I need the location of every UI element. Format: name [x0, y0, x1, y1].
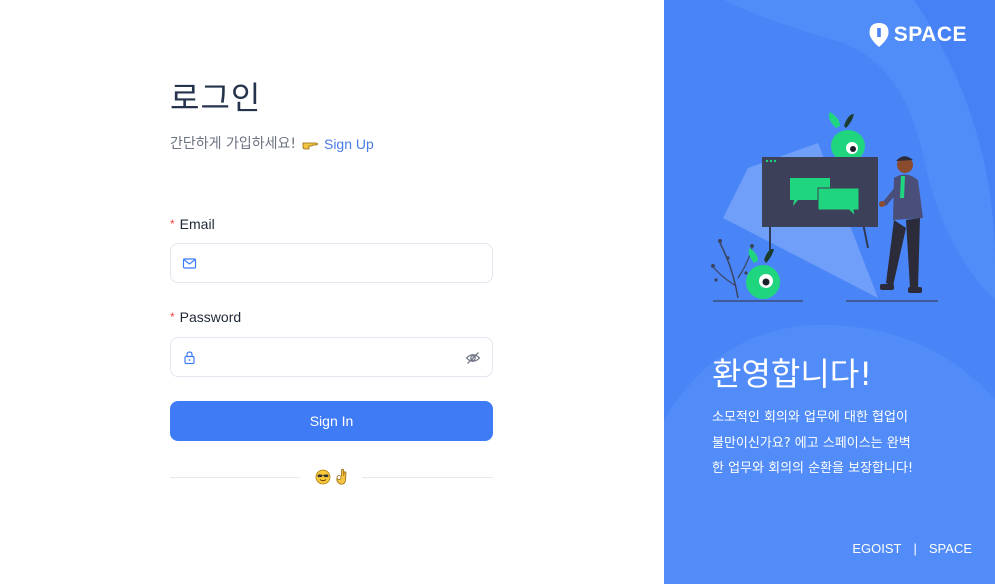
location-pin-icon	[869, 23, 889, 47]
green-creature-top	[828, 112, 865, 162]
eye-off-icon[interactable]	[465, 350, 481, 366]
welcome-panel: SPACE 환영합니다! 소모적인 회의와 업무에 대한 협업이 불만이신가요?…	[664, 0, 995, 584]
password-input[interactable]	[205, 338, 456, 376]
description-line: 소모적인 회의와 업무에 대한 협업이	[712, 410, 908, 425]
required-mark: *	[170, 310, 175, 324]
signup-link[interactable]: Sign Up	[324, 134, 374, 154]
plant	[711, 239, 754, 299]
footer-space: SPACE	[928, 541, 972, 556]
email-field[interactable]	[170, 243, 493, 283]
divider-emoji	[315, 468, 349, 486]
meeting-illustration	[711, 112, 938, 302]
divider	[362, 477, 493, 478]
welcome-description: 소모적인 회의와 업무에 대한 협업이 불만이신가요? 에고 스페이스는 완벽 …	[712, 405, 962, 482]
description-line: 불만이신가요? 에고 스페이스는 완벽	[712, 435, 911, 451]
logo-text: SPACE	[893, 23, 967, 46]
password-label: * Password	[170, 308, 241, 326]
page-title: 로그인	[170, 79, 262, 117]
required-mark: *	[170, 217, 175, 231]
divider	[170, 477, 300, 478]
signup-prompt: 간단하게 가입하세요! Sign Up	[170, 134, 374, 154]
panel-footer: EGOIST | SPACE	[852, 541, 972, 556]
description-line: 한 업무와 회의의 순환을 보장합니다!	[712, 461, 914, 476]
mail-icon	[182, 258, 197, 269]
ok-hand-icon	[336, 468, 347, 485]
presenter-figure	[879, 156, 923, 293]
email-label-text: Email	[179, 216, 215, 232]
email-label: * Email	[170, 215, 215, 233]
email-input[interactable]	[205, 244, 456, 282]
footer-egoist: EGOIST	[852, 541, 902, 556]
welcome-heading: 환영합니다!	[712, 355, 873, 393]
smiling-face-with-sunglasses-icon	[315, 469, 331, 485]
pointing-hand-icon	[302, 142, 318, 150]
lock-icon	[184, 351, 195, 365]
space-logo: SPACE	[868, 22, 967, 48]
password-label-text: Password	[179, 309, 242, 325]
password-field[interactable]	[170, 337, 493, 377]
sign-in-button[interactable]: Sign In	[170, 401, 493, 441]
footer-separator: |	[913, 541, 917, 556]
green-creature-bottom	[746, 248, 780, 299]
signup-prompt-text: 간단하게 가입하세요!	[170, 136, 296, 152]
